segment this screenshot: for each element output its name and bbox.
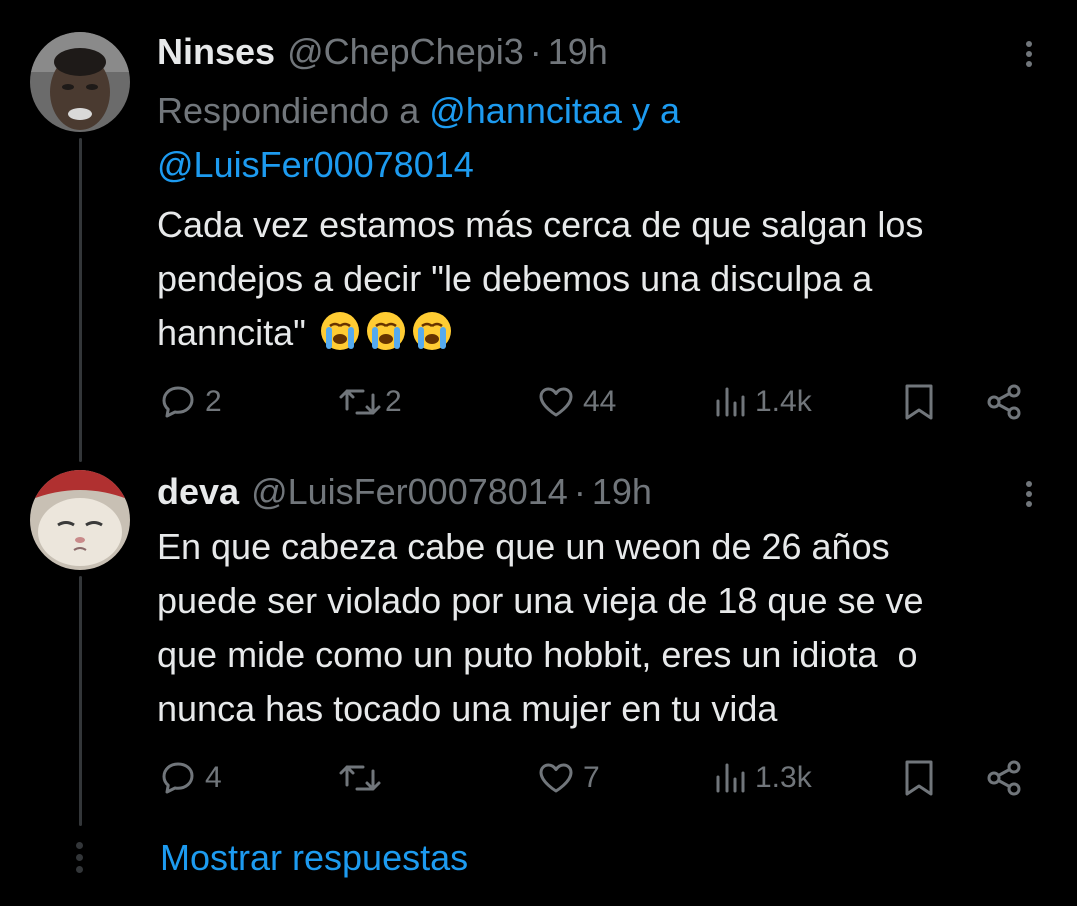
retweet-button[interactable]: 2 bbox=[337, 378, 402, 426]
reply-count: 2 bbox=[205, 385, 222, 418]
views-icon bbox=[716, 763, 745, 793]
share-button[interactable] bbox=[983, 754, 1025, 802]
share-icon bbox=[987, 760, 1021, 796]
avatar[interactable] bbox=[30, 470, 130, 570]
retweet-icon bbox=[339, 765, 381, 791]
replying-to: Respondiendo a @hanncitaa y a @LuisFer00… bbox=[157, 84, 1047, 192]
tweet-body: Cada vez estamos más cerca de que salgan… bbox=[157, 198, 1047, 360]
like-button[interactable]: 44 bbox=[535, 378, 616, 426]
view-count: 1.4k bbox=[755, 385, 812, 418]
retweet-icon bbox=[339, 389, 381, 415]
views-button[interactable]: 1.3k bbox=[713, 754, 812, 802]
timestamp[interactable]: 19h bbox=[592, 470, 652, 514]
mention-link[interactable]: @hanncitaa bbox=[429, 90, 622, 131]
more-icon[interactable] bbox=[1011, 36, 1047, 72]
mention-link[interactable]: @LuisFer00078014 bbox=[157, 144, 474, 185]
reply-count: 4 bbox=[205, 761, 222, 794]
loudly-crying-face-icon bbox=[320, 312, 359, 350]
share-icon bbox=[987, 384, 1021, 420]
timestamp[interactable]: 19h bbox=[548, 30, 608, 74]
display-name[interactable]: deva bbox=[157, 470, 239, 514]
user-handle[interactable]: @LuisFer00078014 bbox=[251, 470, 568, 514]
like-icon bbox=[539, 763, 573, 793]
retweet-button[interactable] bbox=[337, 754, 389, 802]
retweet-count: 2 bbox=[385, 385, 402, 418]
loudly-crying-face-icon bbox=[366, 312, 405, 350]
display-name[interactable]: Ninses bbox=[157, 30, 275, 74]
tweet-actions: 2 2 44 1.4k bbox=[157, 378, 1027, 426]
tweet-actions: 4 7 1.3k bbox=[157, 754, 1027, 802]
thread-connector-line bbox=[79, 576, 82, 826]
more-icon[interactable] bbox=[1011, 476, 1047, 512]
replying-prefix: Respondiendo a bbox=[157, 90, 420, 131]
separator: · bbox=[573, 471, 586, 512]
replying-and[interactable]: y a bbox=[632, 90, 680, 131]
reply-button[interactable]: 2 bbox=[157, 378, 222, 426]
like-button[interactable]: 7 bbox=[535, 754, 600, 802]
tweet[interactable]: deva @LuisFer00078014 · 19h En que cabez… bbox=[157, 470, 1047, 736]
bookmark-icon bbox=[905, 384, 933, 420]
tweet-text: Cada vez estamos más cerca de que salgan… bbox=[157, 204, 924, 353]
views-icon bbox=[716, 387, 745, 417]
avatar[interactable] bbox=[30, 32, 130, 132]
reply-button[interactable]: 4 bbox=[157, 754, 222, 802]
reply-icon bbox=[162, 386, 194, 418]
tweet-header: deva @LuisFer00078014 · 19h bbox=[157, 470, 1047, 514]
bookmark-button[interactable] bbox=[899, 378, 939, 426]
show-replies-link[interactable]: Mostrar respuestas bbox=[160, 836, 468, 880]
reply-icon bbox=[162, 762, 194, 794]
loudly-crying-face-icon bbox=[412, 312, 451, 350]
like-count: 7 bbox=[583, 761, 600, 794]
bookmark-icon bbox=[905, 760, 933, 796]
user-handle[interactable]: @ChepChepi3 bbox=[287, 30, 524, 74]
separator: · bbox=[529, 31, 542, 72]
tweet[interactable]: Ninses @ChepChepi3 · 19h Respondiendo a … bbox=[157, 30, 1047, 360]
view-count: 1.3k bbox=[755, 761, 812, 794]
more-replies-dots bbox=[76, 842, 84, 878]
like-count: 44 bbox=[583, 385, 617, 418]
thread-connector-line bbox=[79, 138, 82, 462]
like-icon bbox=[539, 387, 573, 417]
share-button[interactable] bbox=[983, 378, 1025, 426]
tweet-header: Ninses @ChepChepi3 · 19h bbox=[157, 30, 1047, 74]
tweet-text: En que cabeza cabe que un weon de 26 año… bbox=[157, 526, 924, 729]
views-button[interactable]: 1.4k bbox=[713, 378, 812, 426]
bookmark-button[interactable] bbox=[899, 754, 939, 802]
